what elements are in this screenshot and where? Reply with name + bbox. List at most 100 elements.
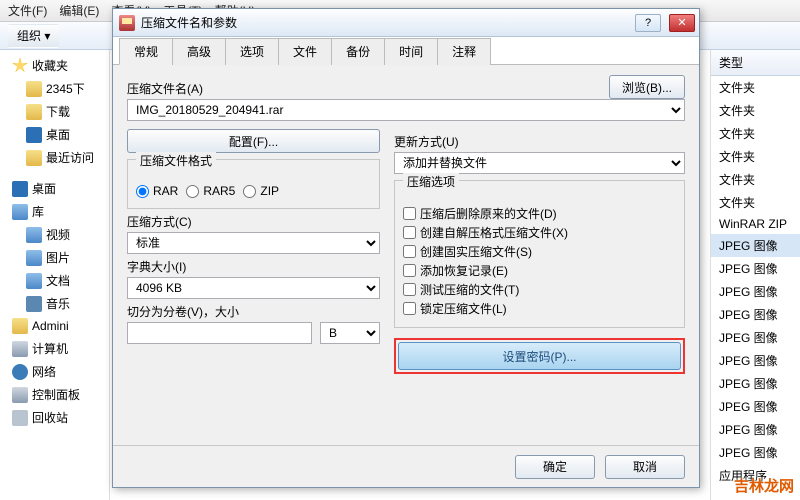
folder-icon — [26, 150, 42, 166]
type-row[interactable]: 文件夹 — [711, 168, 800, 191]
type-row[interactable]: 文件夹 — [711, 122, 800, 145]
dialog-title: 压缩文件名和参数 — [141, 14, 627, 31]
organize-button[interactable]: 组织 ▾ — [8, 24, 59, 48]
opt-sfx[interactable]: 创建自解压格式压缩文件(X) — [403, 224, 676, 241]
desktop-icon — [26, 127, 42, 143]
tree-controlpanel[interactable]: 控制面板 — [0, 383, 109, 406]
type-row[interactable]: 文件夹 — [711, 191, 800, 214]
type-row[interactable]: 文件夹 — [711, 76, 800, 99]
browse-button[interactable]: 浏览(B)... — [609, 75, 685, 99]
picture-icon — [26, 250, 42, 266]
split-unit-select[interactable]: B — [320, 322, 380, 344]
archive-name-input[interactable]: IMG_20180529_204941.rar — [127, 99, 685, 121]
tab-body: 压缩文件名(A) 浏览(B)... IMG_20180529_204941.ra… — [113, 65, 699, 380]
menu-edit[interactable]: 编辑(E) — [59, 2, 99, 19]
tab-advanced[interactable]: 高级 — [172, 38, 226, 65]
tab-options[interactable]: 选项 — [225, 38, 279, 65]
type-row[interactable]: 文件夹 — [711, 99, 800, 122]
tree-item[interactable]: 下载 — [0, 100, 109, 123]
update-mode-label: 更新方式(U) — [394, 133, 685, 150]
tree-admin[interactable]: Admini — [0, 315, 109, 337]
dialog-footer: 确定 取消 — [113, 445, 699, 487]
close-button[interactable]: ✕ — [669, 14, 695, 32]
format-rar[interactable]: RAR — [136, 184, 178, 198]
format-group: 压缩文件格式 RAR RAR5 ZIP — [127, 159, 380, 209]
watermark: 吉林龙网 — [734, 475, 794, 496]
tree-libraries[interactable]: 库 — [0, 200, 109, 223]
method-select[interactable]: 标准 — [127, 232, 380, 254]
dict-label: 字典大小(I) — [127, 258, 380, 275]
menu-file[interactable]: 文件(F) — [8, 2, 47, 19]
tab-files[interactable]: 文件 — [278, 38, 332, 65]
ok-button[interactable]: 确定 — [515, 455, 595, 479]
tree-network[interactable]: 网络 — [0, 360, 109, 383]
type-row[interactable]: JPEG 图像 — [711, 441, 800, 464]
tree-item[interactable]: 2345下 — [0, 77, 109, 100]
type-row[interactable]: JPEG 图像 — [711, 303, 800, 326]
tree-item[interactable]: 桌面 — [0, 123, 109, 146]
password-highlight: 设置密码(P)... — [394, 338, 685, 374]
update-mode-select[interactable]: 添加并替换文件 — [394, 152, 685, 174]
tree-item[interactable]: 音乐 — [0, 292, 109, 315]
opt-recovery[interactable]: 添加恢复记录(E) — [403, 262, 676, 279]
format-rar5[interactable]: RAR5 — [186, 184, 235, 198]
network-icon — [12, 364, 28, 380]
tree-item[interactable]: 视频 — [0, 223, 109, 246]
type-row[interactable]: WinRAR ZIP — [711, 214, 800, 234]
cancel-button[interactable]: 取消 — [605, 455, 685, 479]
dict-select[interactable]: 4096 KB — [127, 277, 380, 299]
set-password-button[interactable]: 设置密码(P)... — [398, 342, 681, 370]
opt-test[interactable]: 测试压缩的文件(T) — [403, 281, 676, 298]
folder-icon — [26, 104, 42, 120]
opt-lock[interactable]: 锁定压缩文件(L) — [403, 300, 676, 317]
help-button[interactable]: ? — [635, 14, 661, 32]
dialog-titlebar: 压缩文件名和参数 ? ✕ — [113, 9, 699, 37]
type-row[interactable]: JPEG 图像 — [711, 257, 800, 280]
video-icon — [26, 227, 42, 243]
tree-recyclebin[interactable]: 回收站 — [0, 406, 109, 429]
format-zip[interactable]: ZIP — [243, 184, 279, 198]
tree-item[interactable]: 最近访问 — [0, 146, 109, 169]
library-icon — [12, 204, 28, 220]
nav-tree: 收藏夹 2345下 下载 桌面 最近访问 桌面 库 视频 图片 文档 音乐 Ad… — [0, 50, 110, 500]
star-icon — [12, 58, 28, 74]
type-row[interactable]: JPEG 图像 — [711, 326, 800, 349]
tab-general[interactable]: 常规 — [119, 38, 173, 65]
split-label: 切分为分卷(V)，大小 — [127, 303, 380, 320]
user-icon — [12, 318, 28, 334]
desktop-icon — [12, 181, 28, 197]
tree-computer[interactable]: 计算机 — [0, 337, 109, 360]
tree-desktop[interactable]: 桌面 — [0, 177, 109, 200]
options-group: 压缩选项 压缩后删除原来的文件(D) 创建自解压格式压缩文件(X) 创建固实压缩… — [394, 180, 685, 328]
tree-item[interactable]: 图片 — [0, 246, 109, 269]
computer-icon — [12, 341, 28, 357]
type-column-header[interactable]: 类型 — [711, 50, 800, 76]
type-row[interactable]: JPEG 图像 — [711, 372, 800, 395]
dialog-tabs: 常规 高级 选项 文件 备份 时间 注释 — [113, 37, 699, 65]
controlpanel-icon — [12, 387, 28, 403]
winrar-icon — [119, 15, 135, 31]
opt-solid[interactable]: 创建固实压缩文件(S) — [403, 243, 676, 260]
type-row[interactable]: JPEG 图像 — [711, 395, 800, 418]
method-label: 压缩方式(C) — [127, 213, 380, 230]
split-size-input[interactable] — [127, 322, 312, 344]
type-row[interactable]: JPEG 图像 — [711, 349, 800, 372]
tree-favorites[interactable]: 收藏夹 — [0, 54, 109, 77]
tab-backup[interactable]: 备份 — [331, 38, 385, 65]
type-row[interactable]: JPEG 图像 — [711, 418, 800, 441]
type-row[interactable]: JPEG 图像 — [711, 280, 800, 303]
archive-dialog: 压缩文件名和参数 ? ✕ 常规 高级 选项 文件 备份 时间 注释 压缩文件名(… — [112, 8, 700, 488]
format-legend: 压缩文件格式 — [136, 152, 216, 169]
tab-comment[interactable]: 注释 — [437, 38, 491, 65]
archive-name-label: 压缩文件名(A) — [127, 80, 601, 97]
profiles-button[interactable]: 配置(F)... — [127, 129, 380, 153]
tree-item[interactable]: 文档 — [0, 269, 109, 292]
folder-icon — [26, 81, 42, 97]
document-icon — [26, 273, 42, 289]
opt-delete-after[interactable]: 压缩后删除原来的文件(D) — [403, 205, 676, 222]
tab-time[interactable]: 时间 — [384, 38, 438, 65]
type-column: 类型 文件夹文件夹文件夹文件夹文件夹文件夹WinRAR ZIPJPEG 图像JP… — [710, 50, 800, 500]
type-row[interactable]: 文件夹 — [711, 145, 800, 168]
type-row[interactable]: JPEG 图像 — [711, 234, 800, 257]
music-icon — [26, 296, 42, 312]
